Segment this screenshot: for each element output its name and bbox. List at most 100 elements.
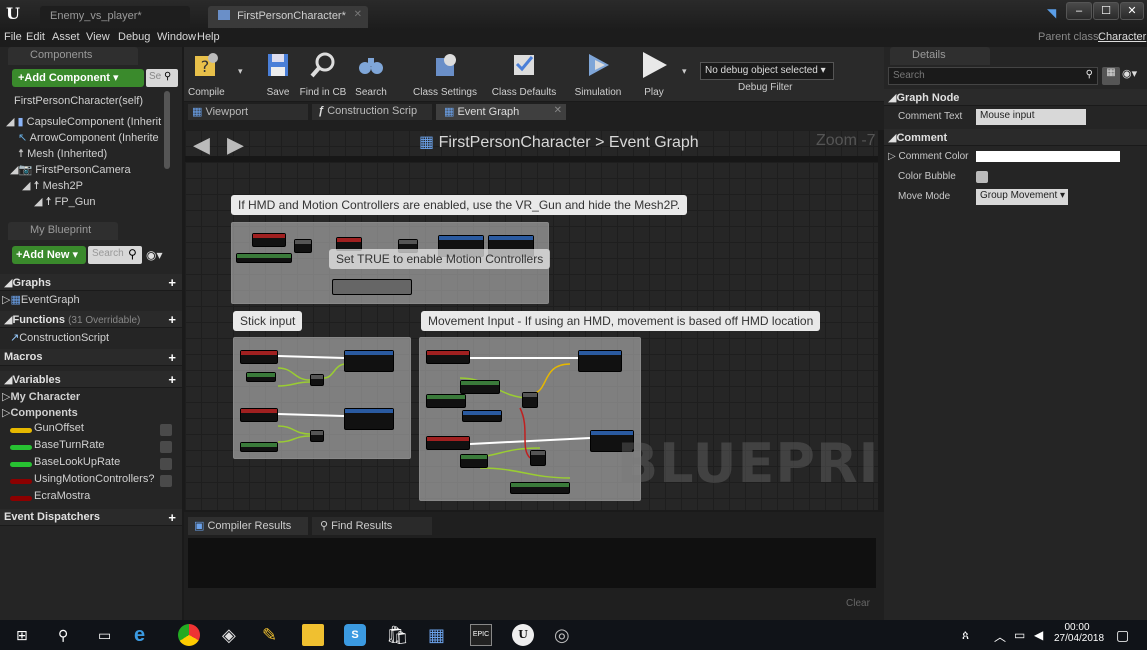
graph-node[interactable] — [246, 372, 276, 382]
visibility-eye-icon[interactable] — [160, 475, 172, 487]
clock[interactable]: 00:00 27/04/2018 — [1054, 622, 1104, 644]
variable-gun-offset[interactable]: GunOffset — [4, 422, 176, 438]
minimize-button[interactable]: – — [1066, 2, 1092, 20]
comment-color-swatch[interactable] — [976, 151, 1120, 162]
visibility-eye-icon[interactable] — [160, 458, 172, 470]
back-arrow-icon[interactable]: ◀ — [193, 132, 210, 158]
variable-using-motion-controllers[interactable]: UsingMotionControllers? — [4, 473, 176, 489]
component-fp-gun[interactable]: ◢ ☨ FP_Gun — [34, 195, 164, 211]
windows-start-icon[interactable]: ⊞ — [16, 627, 28, 644]
file-explorer-icon[interactable] — [302, 624, 324, 646]
tab-construction-script[interactable]: ƒ Construction Scrip — [312, 104, 432, 120]
task-view-icon[interactable]: ▭ — [98, 627, 111, 644]
clear-button[interactable]: Clear — [846, 598, 870, 609]
graph-node[interactable] — [426, 394, 466, 408]
blender-icon[interactable]: ◎ — [554, 624, 576, 646]
forward-arrow-icon[interactable]: ▶ — [227, 132, 244, 158]
component-mesh2p[interactable]: ◢ ☨ Mesh2P — [22, 179, 162, 195]
graph-node[interactable] — [578, 350, 622, 372]
graph-node[interactable] — [332, 279, 412, 295]
steam-icon[interactable]: ◈ — [222, 624, 244, 646]
construction-script-item[interactable]: ↗ConstructionScript — [10, 331, 180, 347]
chevron-up-icon[interactable]: ︿ — [994, 628, 1006, 645]
components-category[interactable]: ▷Components — [2, 406, 172, 422]
color-bubble-checkbox[interactable] — [976, 171, 988, 183]
people-icon[interactable]: ጰ — [962, 628, 969, 643]
graph-node[interactable] — [310, 374, 324, 386]
eye-icon[interactable]: ◉▾ — [146, 248, 163, 262]
volume-icon[interactable]: ◀ — [1034, 628, 1043, 642]
event-graph-item[interactable]: ▷▦EventGraph — [2, 293, 172, 309]
parent-class-link[interactable]: Character — [1098, 31, 1146, 43]
macros-header[interactable]: Macros + — [0, 349, 182, 366]
epic-games-icon[interactable]: EPIC — [470, 624, 492, 646]
comment-movement-box[interactable] — [419, 337, 641, 501]
graphs-header[interactable]: ◢Graphs + — [0, 274, 182, 291]
class-settings-button[interactable]: Class Settings — [410, 48, 480, 100]
comment-stick-title[interactable]: Stick input — [233, 311, 303, 331]
menu-window[interactable]: Window — [157, 31, 196, 43]
grid-view-icon[interactable]: ▦ — [1102, 67, 1120, 85]
variable-base-turn-rate[interactable]: BaseTurnRate — [4, 439, 176, 455]
visibility-eye-icon[interactable] — [160, 424, 172, 436]
details-search-input[interactable]: Search ⚲ — [888, 67, 1098, 85]
component-self[interactable]: FirstPersonCharacter(self) — [14, 95, 174, 111]
comment-motion-controllers[interactable]: Set TRUE to enable Motion Controllers — [329, 249, 551, 269]
move-mode-select[interactable]: Group Movement ▾ — [976, 189, 1068, 205]
variables-header[interactable]: ◢Variables + — [0, 371, 182, 388]
graph-node[interactable] — [460, 380, 500, 394]
comment-section[interactable]: ◢Comment — [884, 129, 1147, 146]
comment-text-input[interactable]: Mouse input — [976, 109, 1086, 125]
doc-tab-enemy-vs-player[interactable]: Enemy_vs_player* — [40, 6, 190, 28]
details-tab[interactable]: Details — [890, 47, 990, 65]
add-dispatcher-icon[interactable]: + — [168, 510, 176, 525]
paint-icon[interactable]: ✎ — [262, 624, 284, 646]
components-search-input[interactable]: Se ⚲ — [146, 69, 178, 87]
my-character-category[interactable]: ▷My Character — [2, 390, 172, 406]
graph-node[interactable] — [522, 392, 538, 408]
chrome-icon[interactable] — [178, 624, 200, 646]
search-button[interactable]: Search — [350, 48, 392, 100]
add-variable-icon[interactable]: + — [168, 372, 176, 387]
comment-hmd-title[interactable]: If HMD and Motion Controllers are enable… — [231, 195, 688, 215]
event-graph-canvas[interactable]: ◀ ▶ ▦ FirstPersonCharacter > Event Graph… — [185, 130, 878, 510]
compile-dropdown-icon[interactable]: ▾ — [238, 66, 243, 77]
tab-find-results[interactable]: ⚲ Find Results — [312, 517, 432, 535]
search-icon[interactable]: ⚲ — [58, 627, 68, 644]
edge-icon[interactable]: e — [134, 624, 156, 646]
menu-edit[interactable]: Edit — [26, 31, 45, 43]
my-blueprint-tab[interactable]: My Blueprint — [8, 222, 118, 240]
graph-node[interactable] — [236, 253, 292, 263]
graph-node[interactable] — [240, 442, 278, 452]
visual-studio-icon[interactable]: ▦ — [428, 624, 450, 646]
graph-node[interactable] — [426, 350, 470, 364]
add-macro-icon[interactable]: + — [168, 350, 176, 365]
close-icon[interactable]: ✕ — [554, 105, 562, 116]
close-icon[interactable]: ✕ — [354, 9, 362, 20]
tab-viewport[interactable]: ▦ Viewport — [188, 104, 308, 120]
component-capsule[interactable]: ◢ ▮ CapsuleComponent (Inherit — [6, 115, 166, 131]
graph-node[interactable] — [462, 410, 502, 422]
menu-debug[interactable]: Debug — [118, 31, 150, 43]
compile-button[interactable]: ? Compile — [186, 48, 226, 100]
graph-node[interactable] — [240, 408, 278, 422]
play-dropdown-icon[interactable]: ▾ — [682, 66, 687, 77]
functions-header[interactable]: ◢Functions (31 Overridable) + — [0, 311, 182, 328]
network-icon[interactable]: ▭ — [1014, 628, 1025, 642]
simulation-button[interactable]: Simulation — [570, 48, 626, 100]
visibility-eye-icon[interactable] — [160, 441, 172, 453]
play-button[interactable]: Play — [634, 48, 674, 100]
graph-node[interactable] — [294, 239, 312, 253]
debug-object-select[interactable]: No debug object selected ▾ — [700, 62, 834, 80]
comment-stick-box[interactable] — [233, 337, 411, 459]
tab-compiler-results[interactable]: ▣ Compiler Results — [188, 517, 308, 535]
components-tab[interactable]: Components — [8, 47, 138, 65]
graph-node[interactable] — [426, 436, 470, 450]
component-camera[interactable]: ◢📷 FirstPersonCamera — [10, 163, 160, 179]
skype-icon[interactable]: S — [344, 624, 366, 646]
tab-event-graph[interactable]: ▦ Event Graph ✕ — [436, 104, 566, 120]
menu-file[interactable]: File — [4, 31, 22, 43]
graph-node[interactable] — [460, 454, 488, 468]
doc-tab-first-person-character[interactable]: FirstPersonCharacter* ✕ — [208, 6, 368, 28]
graph-node[interactable] — [310, 430, 324, 442]
